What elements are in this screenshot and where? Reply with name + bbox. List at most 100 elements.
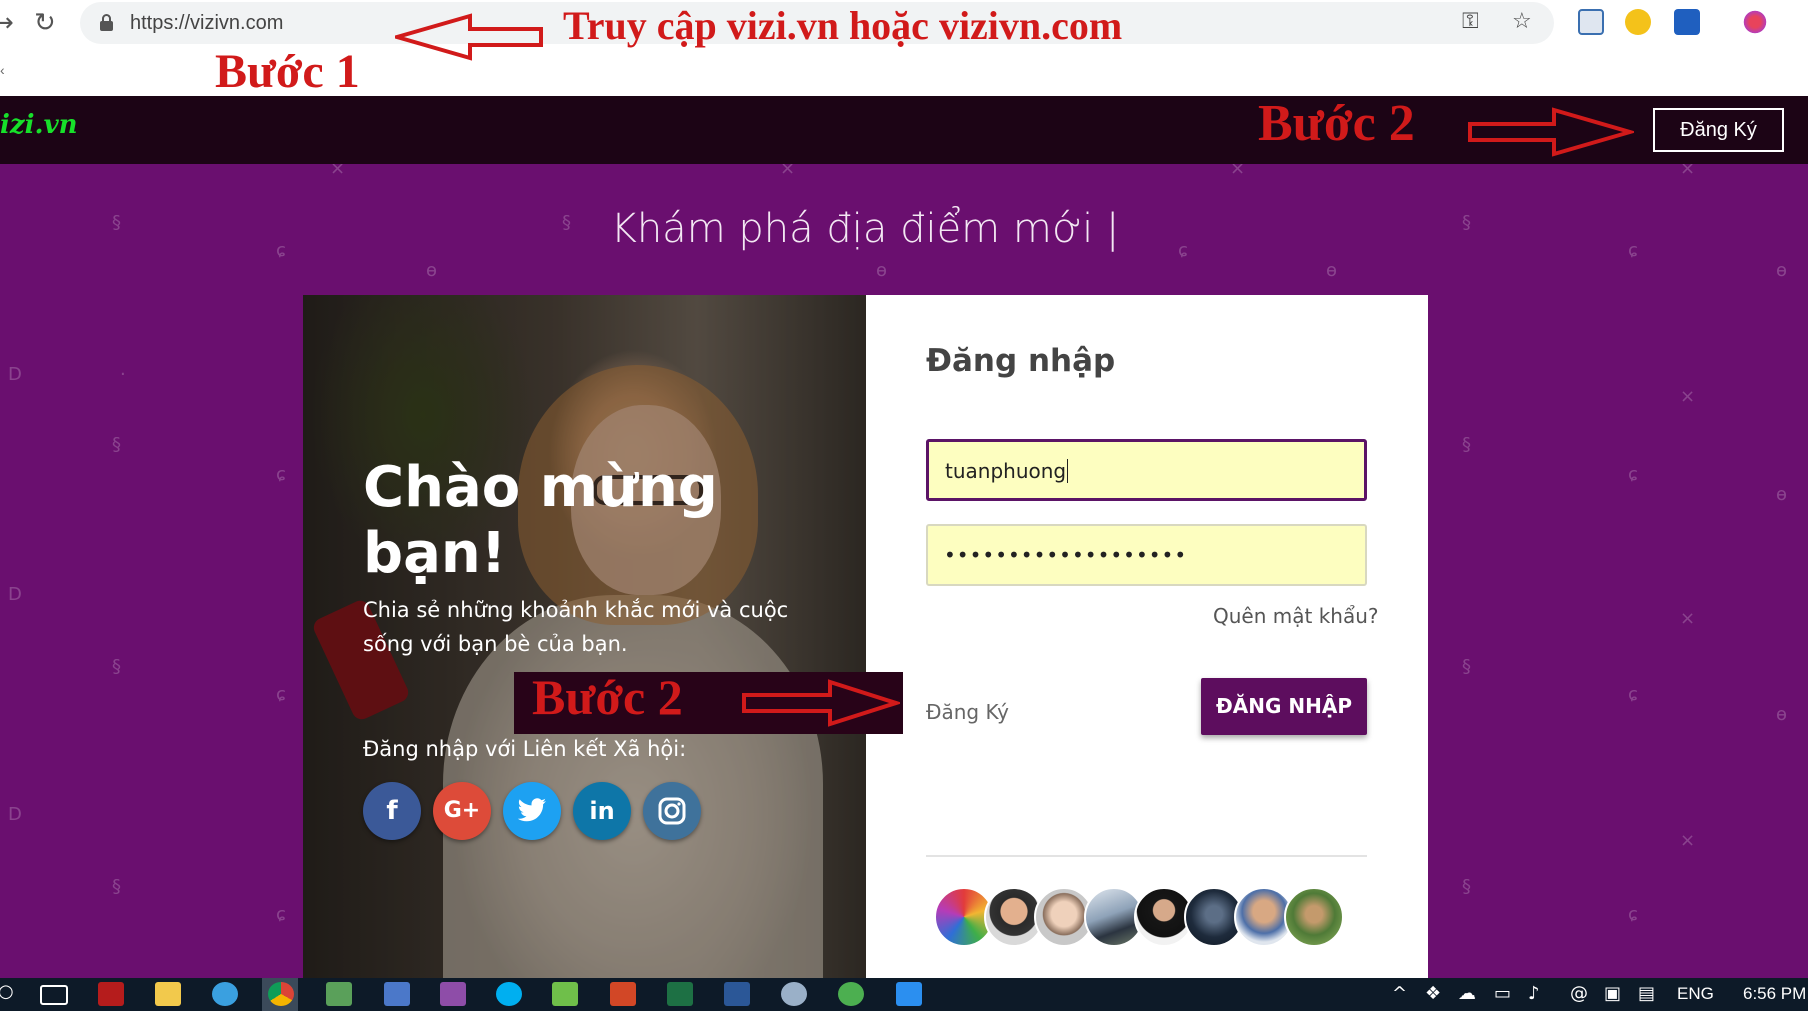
- annotation-step2-box: Bước 2: [514, 669, 903, 734]
- arrow-right-shape: [742, 679, 900, 727]
- hero-section: × × × × § § § ɕ ɕ ɕ ɵ ɵ ɵ ɵ D · × § § ɕ …: [0, 164, 1808, 978]
- welcome-title: Chào mừng bạn!: [363, 455, 718, 586]
- pattern-mark: ɵ: [1326, 260, 1338, 281]
- annotation-arrow-header: [1468, 107, 1634, 157]
- pattern-mark: ɕ: [1628, 464, 1638, 485]
- pattern-mark: ɵ: [876, 260, 888, 281]
- display-icon[interactable]: ▣: [1604, 983, 1621, 1004]
- bookmark-icon[interactable]: [1674, 9, 1700, 35]
- app-icon[interactable]: [781, 982, 807, 1006]
- action-center-icon[interactable]: ▤: [1638, 983, 1655, 1004]
- extension-icon-3[interactable]: [1742, 9, 1768, 35]
- twitter-icon[interactable]: [503, 782, 561, 840]
- excel-icon[interactable]: [667, 982, 693, 1006]
- internet-explorer-icon[interactable]: [212, 982, 238, 1006]
- extension-icon-1[interactable]: [1578, 9, 1604, 35]
- divider: [926, 855, 1367, 857]
- pattern-mark: D: [8, 804, 22, 825]
- app-icon[interactable]: [326, 982, 352, 1006]
- battery-icon[interactable]: ▭: [1494, 983, 1511, 1004]
- annotation-arrow-form: [742, 679, 900, 727]
- star-icon[interactable]: ☆: [1512, 9, 1532, 34]
- forgot-password-link[interactable]: Quên mật khẩu?: [1213, 604, 1379, 628]
- pattern-mark: §: [1462, 876, 1471, 897]
- chevron-up-icon[interactable]: ^: [1392, 983, 1407, 1004]
- windows-taskbar: ○ ^ ❖ ☁ ▭ ♪ @ ▣ ▤ ENG 6:56 PM: [0, 978, 1808, 1011]
- welcome-photo-panel: Chào mừng bạn! Chia sẻ những khoảnh khắc…: [303, 295, 866, 978]
- pattern-mark: §: [112, 876, 121, 897]
- pattern-mark: ɕ: [276, 464, 286, 485]
- annotation-step2-form: Bước 2: [532, 669, 683, 725]
- volume-icon[interactable]: ♪: [1528, 983, 1540, 1004]
- extension-icon-2[interactable]: [1625, 9, 1651, 35]
- cloud-icon[interactable]: ☁: [1458, 983, 1476, 1004]
- powerpoint-icon[interactable]: [610, 982, 636, 1006]
- login-title: Đăng nhập: [926, 343, 1116, 379]
- welcome-subtitle: Chia sẻ những khoảnh khắc mới và cuộc số…: [363, 598, 789, 656]
- reload-icon[interactable]: ↻: [34, 8, 56, 38]
- pattern-mark: D: [8, 364, 22, 385]
- pattern-mark: ·: [120, 364, 126, 385]
- url-text: https://vizivn.com: [130, 12, 284, 34]
- skype-icon[interactable]: [496, 982, 522, 1006]
- pattern-mark: ɕ: [1628, 684, 1638, 705]
- arrow-left-icon[interactable]: →: [0, 8, 14, 38]
- password-input[interactable]: •••••••••••••••••••: [926, 524, 1367, 586]
- arrow-right-shape: [1468, 107, 1634, 157]
- dropbox-icon[interactable]: ❖: [1425, 983, 1441, 1004]
- annotation-step1: Bước 1: [215, 45, 360, 98]
- pattern-mark: §: [1462, 434, 1471, 455]
- linkedin-icon[interactable]: in: [573, 782, 631, 840]
- winrar-icon[interactable]: [440, 982, 466, 1006]
- register-link[interactable]: Đăng Ký: [926, 700, 1009, 724]
- network-app-icon[interactable]: [384, 982, 410, 1006]
- username-value: tuanphuong: [945, 459, 1067, 483]
- pattern-mark: ɵ: [1776, 484, 1788, 505]
- browser-toolbar: → ↻ https://vizivn.com ⚿ ☆ ‹ Truy cập vi…: [0, 0, 1808, 98]
- facebook-icon[interactable]: f: [363, 782, 421, 840]
- arrow-left-shape: [395, 13, 543, 61]
- pattern-mark: ɵ: [426, 260, 438, 281]
- language-indicator[interactable]: ENG: [1677, 984, 1714, 1004]
- pattern-mark: ɕ: [276, 904, 286, 925]
- network-icon[interactable]: @: [1570, 983, 1588, 1004]
- site-logo[interactable]: izi.vn: [0, 110, 78, 140]
- pattern-mark: ×: [1680, 164, 1696, 179]
- pattern-mark: §: [112, 656, 121, 677]
- notepad-icon[interactable]: [552, 982, 578, 1006]
- chrome-icon[interactable]: [268, 982, 294, 1006]
- pattern-mark: ɕ: [1628, 904, 1638, 925]
- username-input[interactable]: tuanphuong: [926, 439, 1367, 501]
- annotation-step2-header: Bước 2: [1258, 95, 1415, 152]
- file-explorer-icon[interactable]: [155, 982, 181, 1006]
- pattern-mark: ×: [330, 164, 346, 179]
- instagram-icon[interactable]: [643, 782, 701, 840]
- word-icon[interactable]: [724, 982, 750, 1006]
- pattern-mark: ɕ: [276, 684, 286, 705]
- filezilla-icon[interactable]: [98, 982, 124, 1006]
- login-button[interactable]: ĐĂNG NHẬP: [1201, 678, 1367, 735]
- key-icon[interactable]: ⚿: [1462, 9, 1479, 34]
- pattern-mark: ×: [1680, 386, 1696, 407]
- site-header: izi.vn Bước 2 Đăng Ký: [0, 95, 1808, 164]
- pattern-mark: ×: [1230, 164, 1246, 179]
- password-value: •••••••••••••••••••: [944, 543, 1188, 567]
- pattern-mark: D: [8, 584, 22, 605]
- google-plus-icon[interactable]: G+: [433, 782, 491, 840]
- system-clock[interactable]: 6:56 PM: [1743, 984, 1806, 1004]
- pattern-mark: ɵ: [1776, 260, 1788, 281]
- header-register-button[interactable]: Đăng Ký: [1653, 108, 1784, 152]
- social-login-label: Đăng nhập với Liên kết Xã hội:: [363, 737, 687, 761]
- avatar[interactable]: [1284, 887, 1344, 947]
- lock-icon: [100, 14, 113, 31]
- pattern-mark: §: [112, 434, 121, 455]
- pattern-mark: ɵ: [1776, 704, 1788, 725]
- app-icon[interactable]: [838, 982, 864, 1006]
- search-icon[interactable]: ○: [0, 981, 14, 1002]
- task-view-icon[interactable]: [40, 985, 68, 1005]
- zalo-icon[interactable]: [896, 982, 922, 1006]
- annotation-arrow-url: [395, 13, 543, 61]
- pattern-mark: §: [1462, 656, 1471, 677]
- pattern-mark: ×: [1680, 830, 1696, 851]
- tab-fragment: ‹: [0, 62, 5, 78]
